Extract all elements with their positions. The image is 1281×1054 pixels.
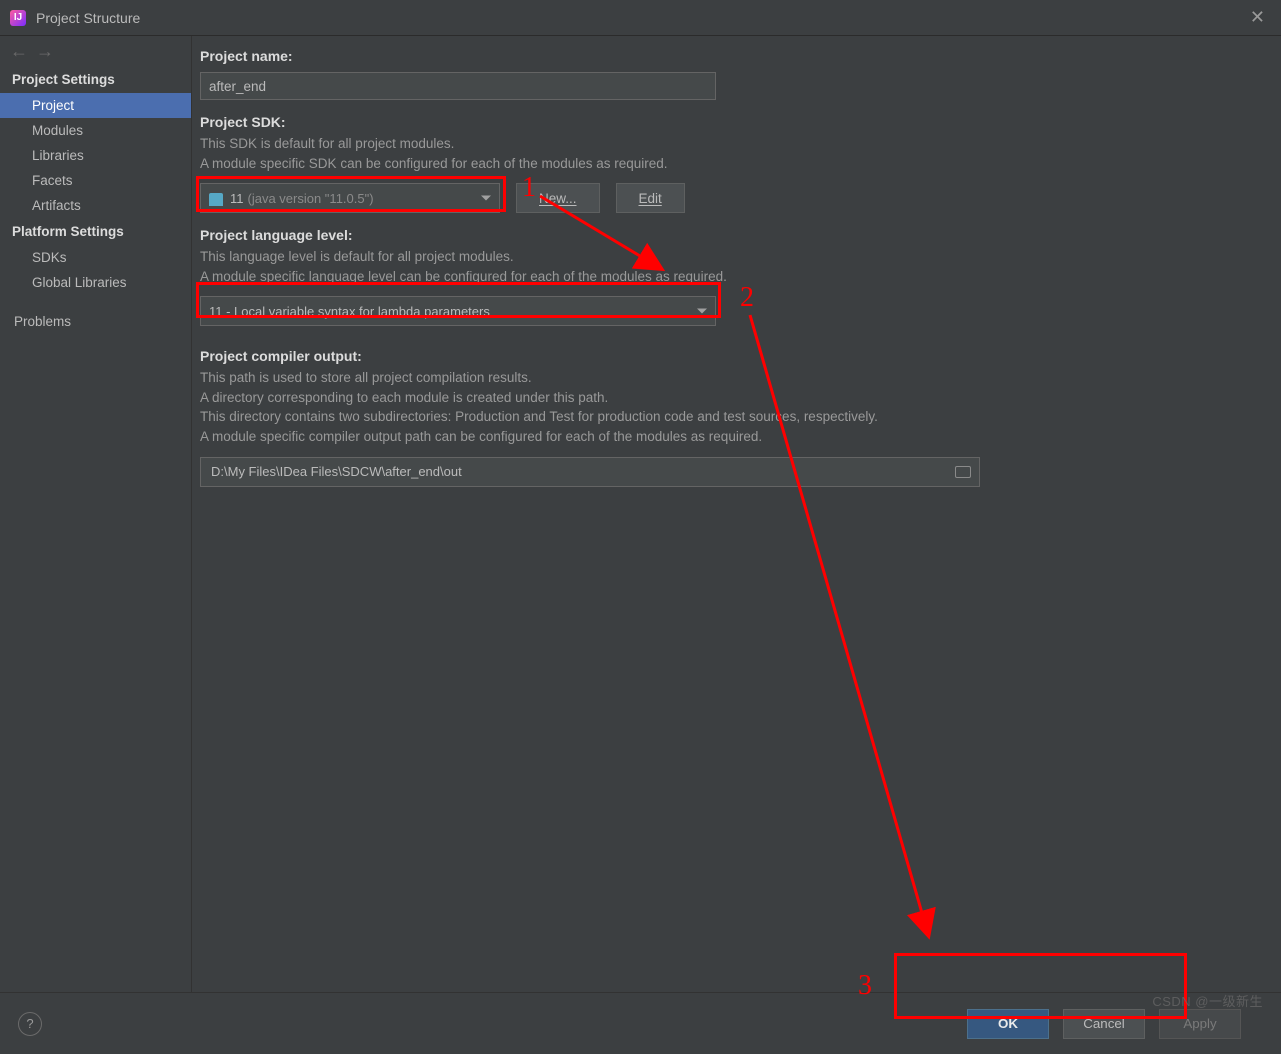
nav-arrows: ← → xyxy=(0,36,191,66)
lang-level-desc2: A module specific language level can be … xyxy=(200,267,1261,287)
compiler-output-desc1: This path is used to store all project c… xyxy=(200,368,1261,388)
folder-icon xyxy=(209,193,223,203)
compiler-output-path[interactable]: D:\My Files\IDea Files\SDCW\after_end\ou… xyxy=(200,457,980,487)
compiler-output-desc3: This directory contains two subdirectori… xyxy=(200,407,1261,427)
chevron-down-icon xyxy=(697,309,707,314)
compiler-output-desc4: A module specific compiler output path c… xyxy=(200,427,1261,447)
compiler-output-desc2: A directory corresponding to each module… xyxy=(200,388,1261,408)
sidebar-item-libraries[interactable]: Libraries xyxy=(0,143,191,168)
project-sdk-value-detail: (java version "11.0.5") xyxy=(248,191,374,206)
cancel-button[interactable]: Cancel xyxy=(1063,1009,1145,1039)
compiler-output-label: Project compiler output: xyxy=(200,348,1261,364)
project-name-label: Project name: xyxy=(200,48,1261,64)
apply-button: Apply xyxy=(1159,1009,1241,1039)
lang-level-dropdown[interactable]: 11 - Local variable syntax for lambda pa… xyxy=(200,296,716,326)
chevron-down-icon xyxy=(481,196,491,201)
window-title: Project Structure xyxy=(36,10,140,26)
sdk-new-button[interactable]: New... xyxy=(516,183,600,213)
close-icon[interactable]: ✕ xyxy=(1244,7,1271,28)
dialog-button-bar: ? OK Cancel Apply xyxy=(0,992,1281,1054)
sidebar-item-project[interactable]: Project xyxy=(0,93,191,118)
sidebar-item-facets[interactable]: Facets xyxy=(0,168,191,193)
sidebar-item-global-libraries[interactable]: Global Libraries xyxy=(0,270,191,295)
project-name-input[interactable] xyxy=(200,72,716,100)
sidebar-item-sdks[interactable]: SDKs xyxy=(0,245,191,270)
compiler-output-value: D:\My Files\IDea Files\SDCW\after_end\ou… xyxy=(211,464,462,479)
nav-back-icon[interactable]: ← xyxy=(10,42,28,60)
lang-level-desc1: This language level is default for all p… xyxy=(200,247,1261,267)
watermark: CSDN @一级新生 xyxy=(1152,991,1263,1010)
title-bar: IJ Project Structure ✕ xyxy=(0,0,1281,36)
nav-forward-icon[interactable]: → xyxy=(36,42,54,60)
main-panel: Project name: Project SDK: This SDK is d… xyxy=(192,36,1281,992)
sidebar-item-artifacts[interactable]: Artifacts xyxy=(0,193,191,218)
sidebar: ← → Project Settings Project Modules Lib… xyxy=(0,36,192,992)
project-sdk-desc2: A module specific SDK can be configured … xyxy=(200,154,1261,174)
project-sdk-desc1: This SDK is default for all project modu… xyxy=(200,134,1261,154)
help-icon[interactable]: ? xyxy=(18,1012,42,1036)
sidebar-item-problems[interactable]: Problems xyxy=(0,309,191,334)
app-icon: IJ xyxy=(10,10,26,26)
ok-button[interactable]: OK xyxy=(967,1009,1049,1039)
project-sdk-dropdown[interactable]: 11 (java version "11.0.5") xyxy=(200,183,500,213)
section-project-settings: Project Settings xyxy=(0,66,191,93)
project-sdk-label: Project SDK: xyxy=(200,114,1261,130)
section-platform-settings: Platform Settings xyxy=(0,218,191,245)
project-sdk-value: 11 xyxy=(230,191,244,206)
sdk-edit-button[interactable]: Edit xyxy=(616,183,685,213)
lang-level-value: 11 - Local variable syntax for lambda pa… xyxy=(209,304,490,319)
sidebar-item-modules[interactable]: Modules xyxy=(0,118,191,143)
browse-folder-icon[interactable] xyxy=(955,466,971,478)
lang-level-label: Project language level: xyxy=(200,227,1261,243)
